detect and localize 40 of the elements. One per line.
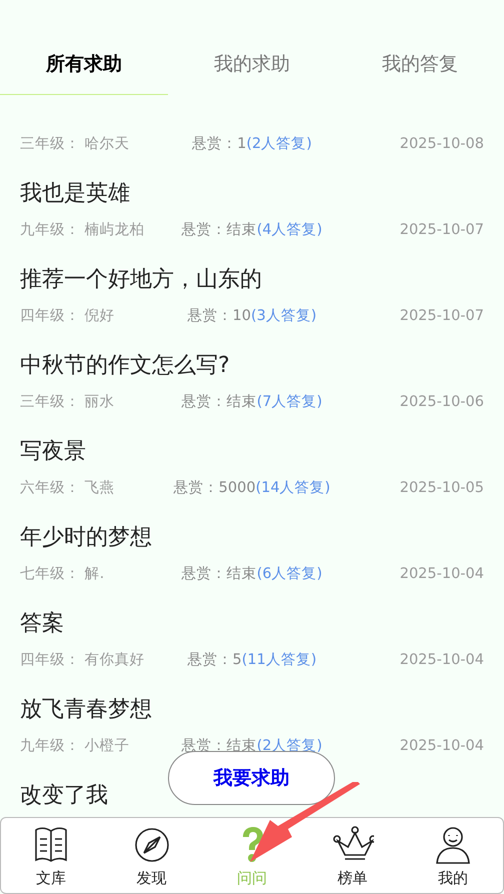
post-reward: 悬赏：结束(6人答复) [182, 565, 322, 584]
post-date: 2025-10-08 [400, 135, 484, 154]
post-title: 我也是英雄 [20, 180, 130, 208]
post-reward: 悬赏：10(3人答复) [188, 307, 316, 326]
post-title: 年少时的梦想 [20, 524, 152, 552]
post-author: 四年级： 倪好 [20, 307, 116, 326]
post-date: 2025-10-07 [400, 221, 484, 240]
post-title: 改变了我 [20, 782, 108, 810]
post-date: 2025-10-04 [400, 737, 484, 756]
post-author: 三年级： 丽水 [20, 393, 116, 412]
post-reward: 悬赏：5000(14人答复) [174, 479, 330, 498]
post-title: 推荐一个好地方，山东的 [20, 266, 262, 294]
post-author: 九年级： 小橙子 [20, 737, 131, 756]
post-date: 2025-10-06 [400, 393, 484, 412]
tab[interactable]: 所有求助 [0, 35, 168, 95]
nav-tab[interactable]: 我的 [402, 818, 504, 893]
tab[interactable]: 我的求助 [168, 35, 336, 95]
post-date: 2025-10-04 [400, 565, 484, 584]
post-reward: 悬赏：1(2人答复) [192, 135, 312, 154]
ask-help-button[interactable]: 我要求助 [168, 751, 335, 805]
post-title: 答案 [20, 610, 64, 638]
post-author: 七年级： 解. [20, 565, 106, 584]
post-reward: 悬赏：结束(4人答复) [182, 221, 322, 240]
post-reward: 悬赏：5(11人答复) [188, 651, 316, 670]
nav-tab[interactable]: 榜单 [302, 818, 403, 893]
post-title: 写夜景 [20, 438, 86, 466]
nav-tab[interactable]: 发现 [101, 818, 202, 893]
tab[interactable]: 我的答复 [336, 35, 504, 95]
post-author: 九年级： 楠屿龙柏 [20, 221, 146, 240]
post-reward: 悬赏：结束(7人答复) [182, 393, 322, 412]
person-icon [434, 824, 472, 864]
post-title: 中秋节的作文怎么写? [20, 352, 230, 380]
post-date: 2025-10-04 [400, 651, 484, 670]
nav-tab[interactable]: 文库 [1, 818, 102, 893]
post-title: 放飞青春梦想 [20, 696, 152, 724]
post-date: 2025-10-05 [400, 479, 484, 498]
post-date: 2025-10-07 [400, 307, 484, 326]
post-author: 三年级： 哈尔天 [20, 135, 131, 154]
post-author: 四年级： 有你真好 [20, 651, 146, 670]
post-author: 六年级： 飞燕 [20, 478, 116, 498]
